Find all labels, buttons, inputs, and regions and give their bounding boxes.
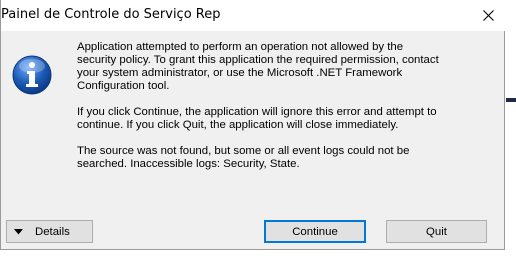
background-window-fragment xyxy=(506,98,516,102)
message-area: Application attempted to perform an oper… xyxy=(6,32,500,212)
details-label: Details xyxy=(35,225,70,238)
title-bar[interactable]: Painel de Controle do Serviço Rep xyxy=(1,0,505,31)
button-bar: Details Continue Quit xyxy=(6,212,500,248)
message-paragraph-continue-quit: If you click Continue, the application w… xyxy=(77,106,437,131)
message-paragraph-security: Application attempted to perform an oper… xyxy=(77,41,439,92)
info-icon xyxy=(12,55,52,95)
close-icon xyxy=(482,9,494,21)
quit-button[interactable]: Quit xyxy=(386,220,487,243)
error-dialog: Painel de Controle do Serviço Rep Applic… xyxy=(0,0,505,250)
chevron-down-icon xyxy=(14,228,23,234)
close-button[interactable] xyxy=(477,5,499,25)
background-window-edge xyxy=(504,0,516,258)
continue-button[interactable]: Continue xyxy=(264,220,366,243)
continue-label: Continue xyxy=(292,225,338,238)
message-paragraph-event-logs: The source was not found, but some or al… xyxy=(77,145,410,170)
details-button[interactable]: Details xyxy=(6,220,93,243)
message-text: Application attempted to perform an oper… xyxy=(77,41,487,184)
window-title: Painel de Controle do Serviço Rep xyxy=(1,7,221,22)
quit-label: Quit xyxy=(426,225,447,238)
